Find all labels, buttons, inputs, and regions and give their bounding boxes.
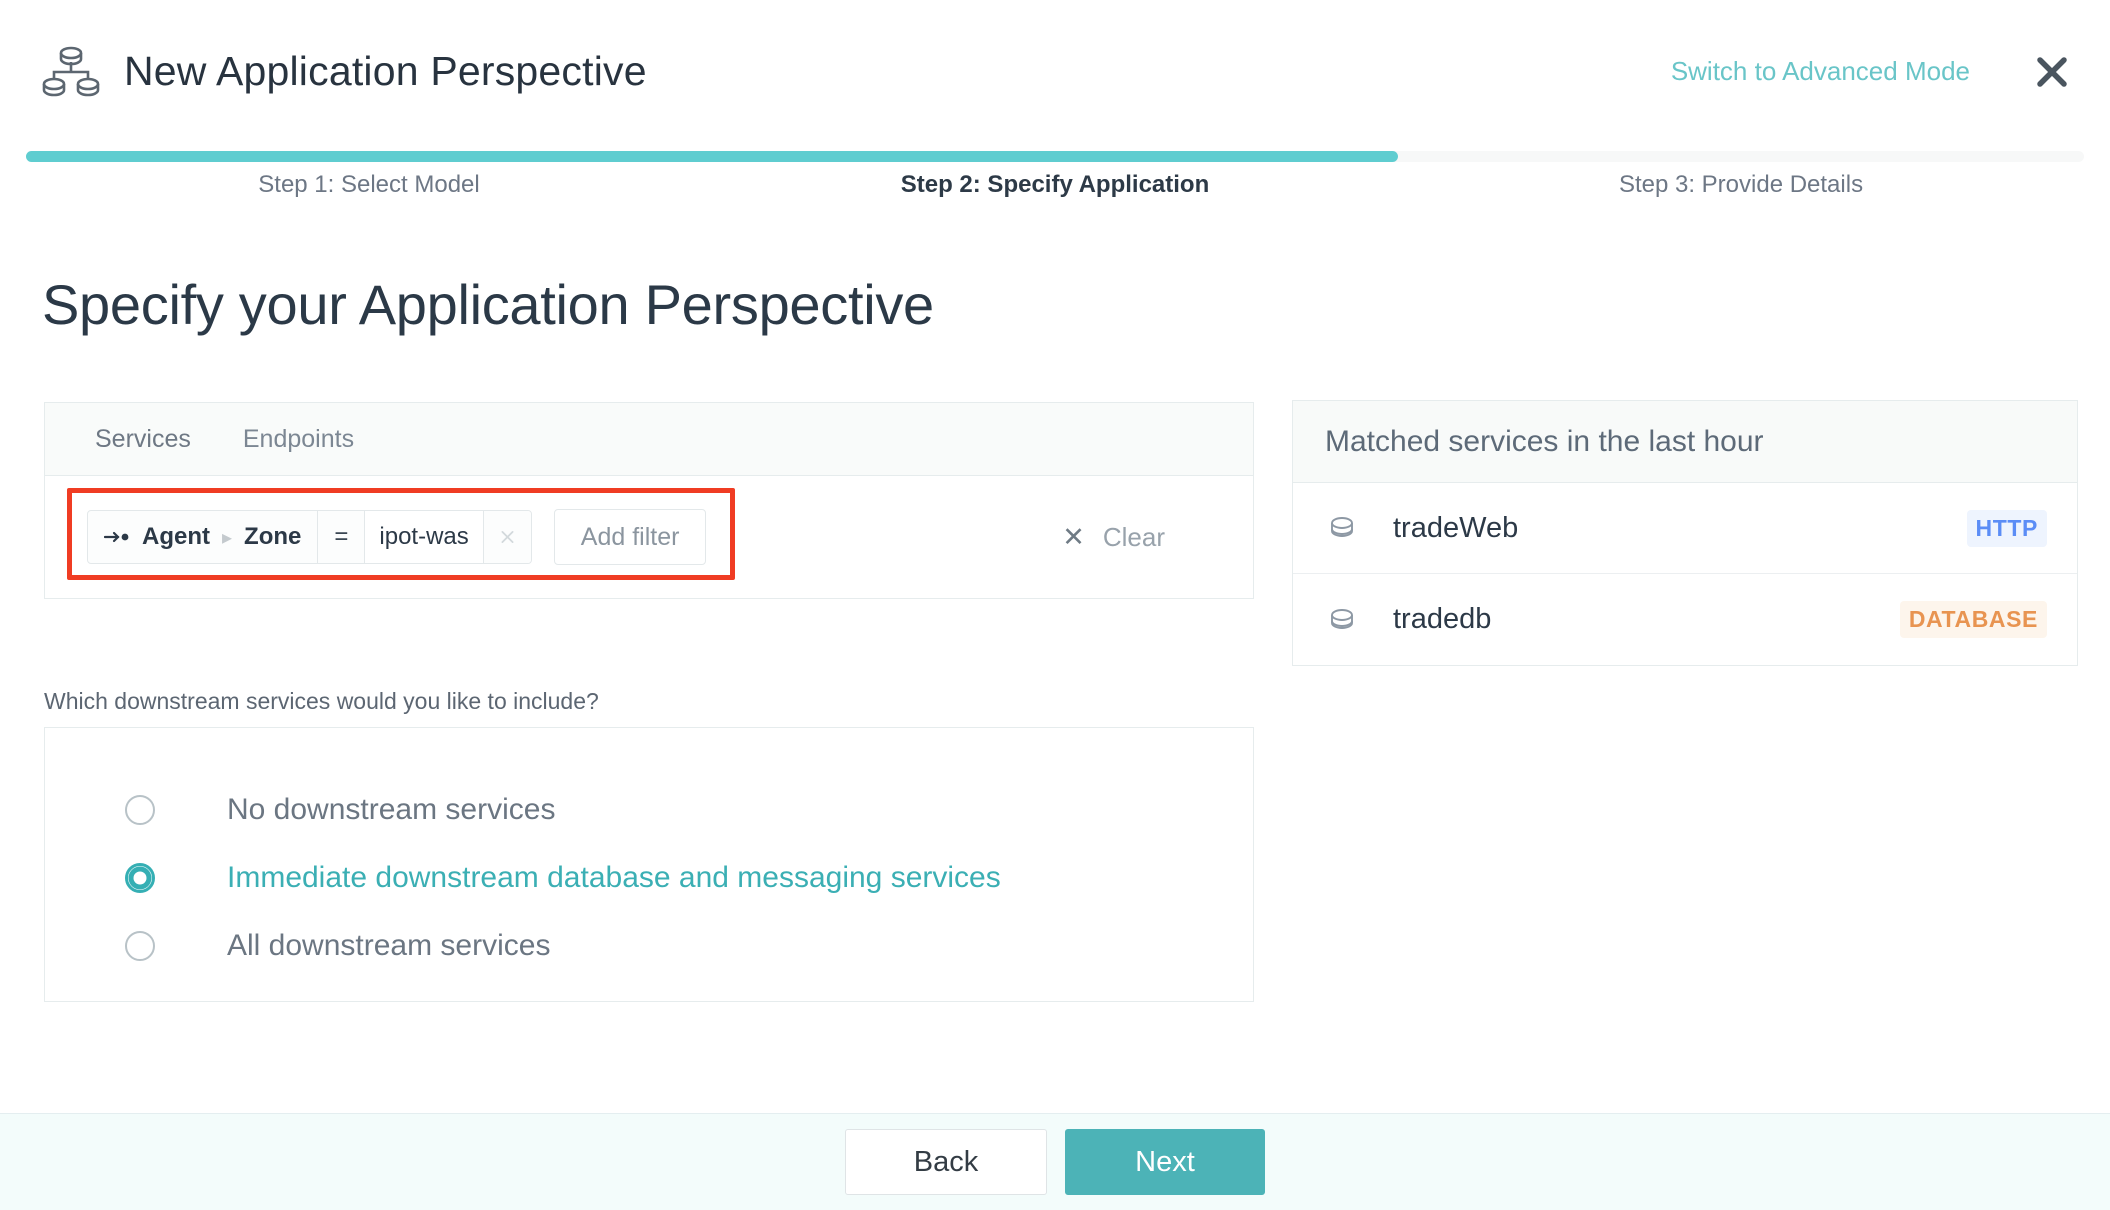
dialog-title: New Application Perspective [124,48,647,94]
add-filter-button[interactable]: Add filter [553,509,707,565]
header-left-group: New Application Perspective [40,42,647,102]
progress-fill [26,151,1398,162]
radio-icon-selected [125,863,155,893]
close-icon: ✕ [1062,521,1085,552]
service-name: tradedb [1393,603,1492,635]
wizard-stepper: Step 1: Select Model Step 2: Specify App… [0,143,2110,221]
downstream-options-group: No downstream services Immediate downstr… [44,727,1254,1002]
switch-to-advanced-mode-link[interactable]: Switch to Advanced Mode [1671,56,1970,87]
clear-filters-button[interactable]: ✕ Clear [1062,522,1227,553]
service-name: tradeWeb [1393,511,1519,544]
dialog-footer: Back Next [0,1113,2110,1210]
clear-label: Clear [1102,521,1165,552]
step-3-provide-details[interactable]: Step 3: Provide Details [1398,171,2084,199]
table-row[interactable]: tradedb DATABASE [1293,574,2077,665]
new-application-perspective-dialog: New Application Perspective Switch to Ad… [0,0,2110,1210]
back-button[interactable]: Back [845,1129,1047,1195]
radio-icon [125,795,155,825]
radio-option-label: No downstream services [227,793,556,826]
chevron-right-icon: ▸ [222,526,233,549]
table-row[interactable]: tradeWeb HTTP [1293,483,2077,574]
header-right-group: Switch to Advanced Mode [1671,50,2074,94]
step-labels: Step 1: Select Model Step 2: Specify App… [26,171,2084,199]
radio-option-no-downstream[interactable]: No downstream services [45,776,1253,844]
filter-chip-value[interactable]: ipot-was [364,511,483,563]
radio-option-immediate-downstream[interactable]: Immediate downstream database and messag… [45,844,1253,912]
filter-chip-key-secondary: Zone [244,523,302,550]
footer-buttons: Back Next [845,1129,1265,1195]
filter-chip-key[interactable]: Agent ▸ Zone [88,511,317,563]
filter-tabs: Services Endpoints [45,403,1253,476]
arrow-to-dot-icon [103,523,130,551]
radio-option-all-downstream[interactable]: All downstream services [45,912,1253,980]
filter-chip-operator[interactable]: = [317,511,364,563]
downstream-question: Which downstream services would you like… [44,688,599,714]
database-icon [1325,603,1359,637]
matched-services-title: Matched services in the last hour [1293,401,2077,483]
filter-chip-remove-icon[interactable] [482,511,531,563]
status-badge: HTTP [1966,509,2047,547]
topology-icon [40,42,102,102]
database-icon [1325,511,1359,545]
step-1-select-model[interactable]: Step 1: Select Model [26,171,712,199]
page-title: Specify your Application Perspective [42,273,934,336]
status-badge: DATABASE [1899,601,2047,638]
close-icon[interactable] [2030,50,2074,94]
radio-icon [125,931,155,961]
radio-option-label: All downstream services [227,929,551,962]
dialog-header: New Application Perspective Switch to Ad… [0,0,2110,143]
matched-services-panel: Matched services in the last hour tradeW… [1292,400,2078,666]
tab-endpoints[interactable]: Endpoints [243,425,354,454]
filter-panel: Services Endpoints Agent ▸ Zone = ipot-w… [44,402,1254,599]
radio-option-label: Immediate downstream database and messag… [227,861,1001,894]
filter-row: Agent ▸ Zone = ipot-was Add filter ✕ Cle… [45,476,1253,598]
tab-services[interactable]: Services [95,425,191,454]
progress-track [26,151,2084,162]
filter-chip[interactable]: Agent ▸ Zone = ipot-was [87,510,532,564]
next-button[interactable]: Next [1065,1129,1265,1195]
filter-controls: Agent ▸ Zone = ipot-was Add filter [87,509,707,565]
step-2-specify-application[interactable]: Step 2: Specify Application [712,171,1398,199]
filter-chip-key-primary: Agent [142,523,210,550]
